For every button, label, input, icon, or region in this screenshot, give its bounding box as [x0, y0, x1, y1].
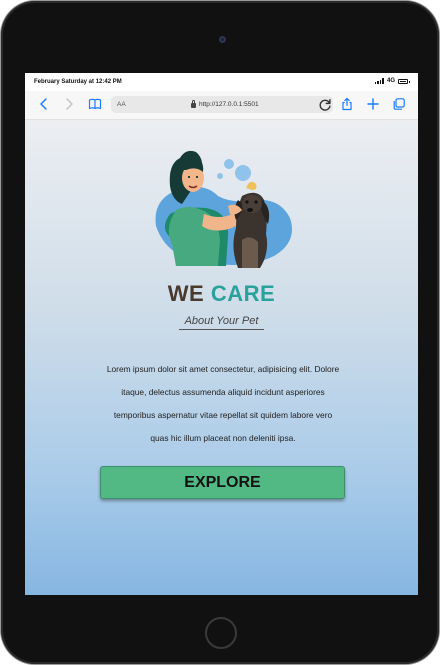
- forward-icon[interactable]: [62, 97, 76, 111]
- description-line: itaque, delectus assumenda aliquid incid…: [121, 387, 325, 397]
- home-button[interactable]: [205, 617, 237, 649]
- tagline: About Your Pet: [178, 315, 265, 330]
- hero-illustration: [155, 150, 292, 268]
- front-camera: [219, 36, 226, 43]
- reload-icon[interactable]: [318, 98, 331, 111]
- description-line: temporibus aspernatur vitae repellat sit…: [113, 410, 333, 420]
- description-line: Lorem ipsum dolor sit amet consectetur, …: [106, 364, 340, 374]
- network-label: 4G: [386, 78, 395, 84]
- page-content: WE CARE About Your Pet Lorem ipsum dolor…: [25, 120, 418, 595]
- battery-icon: [398, 78, 410, 84]
- tagline-container: About Your Pet: [25, 311, 418, 330]
- description-line: quas hic illum placeat non deleniti ipsa…: [150, 433, 296, 443]
- brand-word-care: CARE: [210, 281, 276, 306]
- back-icon[interactable]: [37, 97, 51, 111]
- explore-button[interactable]: EXPLORE: [100, 466, 345, 499]
- tablet-frame: February Saturday at 12:42 PM 4G AA http…: [1, 1, 439, 664]
- description: Lorem ipsum dolor sit amet consectetur, …: [77, 358, 369, 450]
- text-size-button[interactable]: AA: [117, 101, 126, 108]
- lock-icon: [191, 99, 196, 108]
- signal-icon: [374, 78, 384, 84]
- url-display[interactable]: http://127.0.0.1:5501: [191, 99, 259, 108]
- brand-word-we: WE: [167, 281, 205, 306]
- browser-toolbar: AA http://127.0.0.1:5501: [25, 91, 418, 120]
- share-icon[interactable]: [340, 97, 354, 111]
- status-indicators: 4G: [374, 78, 410, 84]
- screen: February Saturday at 12:42 PM 4G AA http…: [25, 73, 418, 595]
- address-bar[interactable]: AA http://127.0.0.1:5501: [111, 96, 333, 113]
- bookmarks-icon[interactable]: [88, 97, 102, 111]
- url-text: http://127.0.0.1:5501: [199, 101, 259, 108]
- status-time: February Saturday at 12:42 PM: [34, 79, 122, 85]
- brand-logo: WE CARE: [25, 281, 418, 307]
- tabs-icon[interactable]: [392, 97, 406, 111]
- status-bar: February Saturday at 12:42 PM 4G: [25, 73, 418, 91]
- new-tab-icon[interactable]: [366, 97, 380, 111]
